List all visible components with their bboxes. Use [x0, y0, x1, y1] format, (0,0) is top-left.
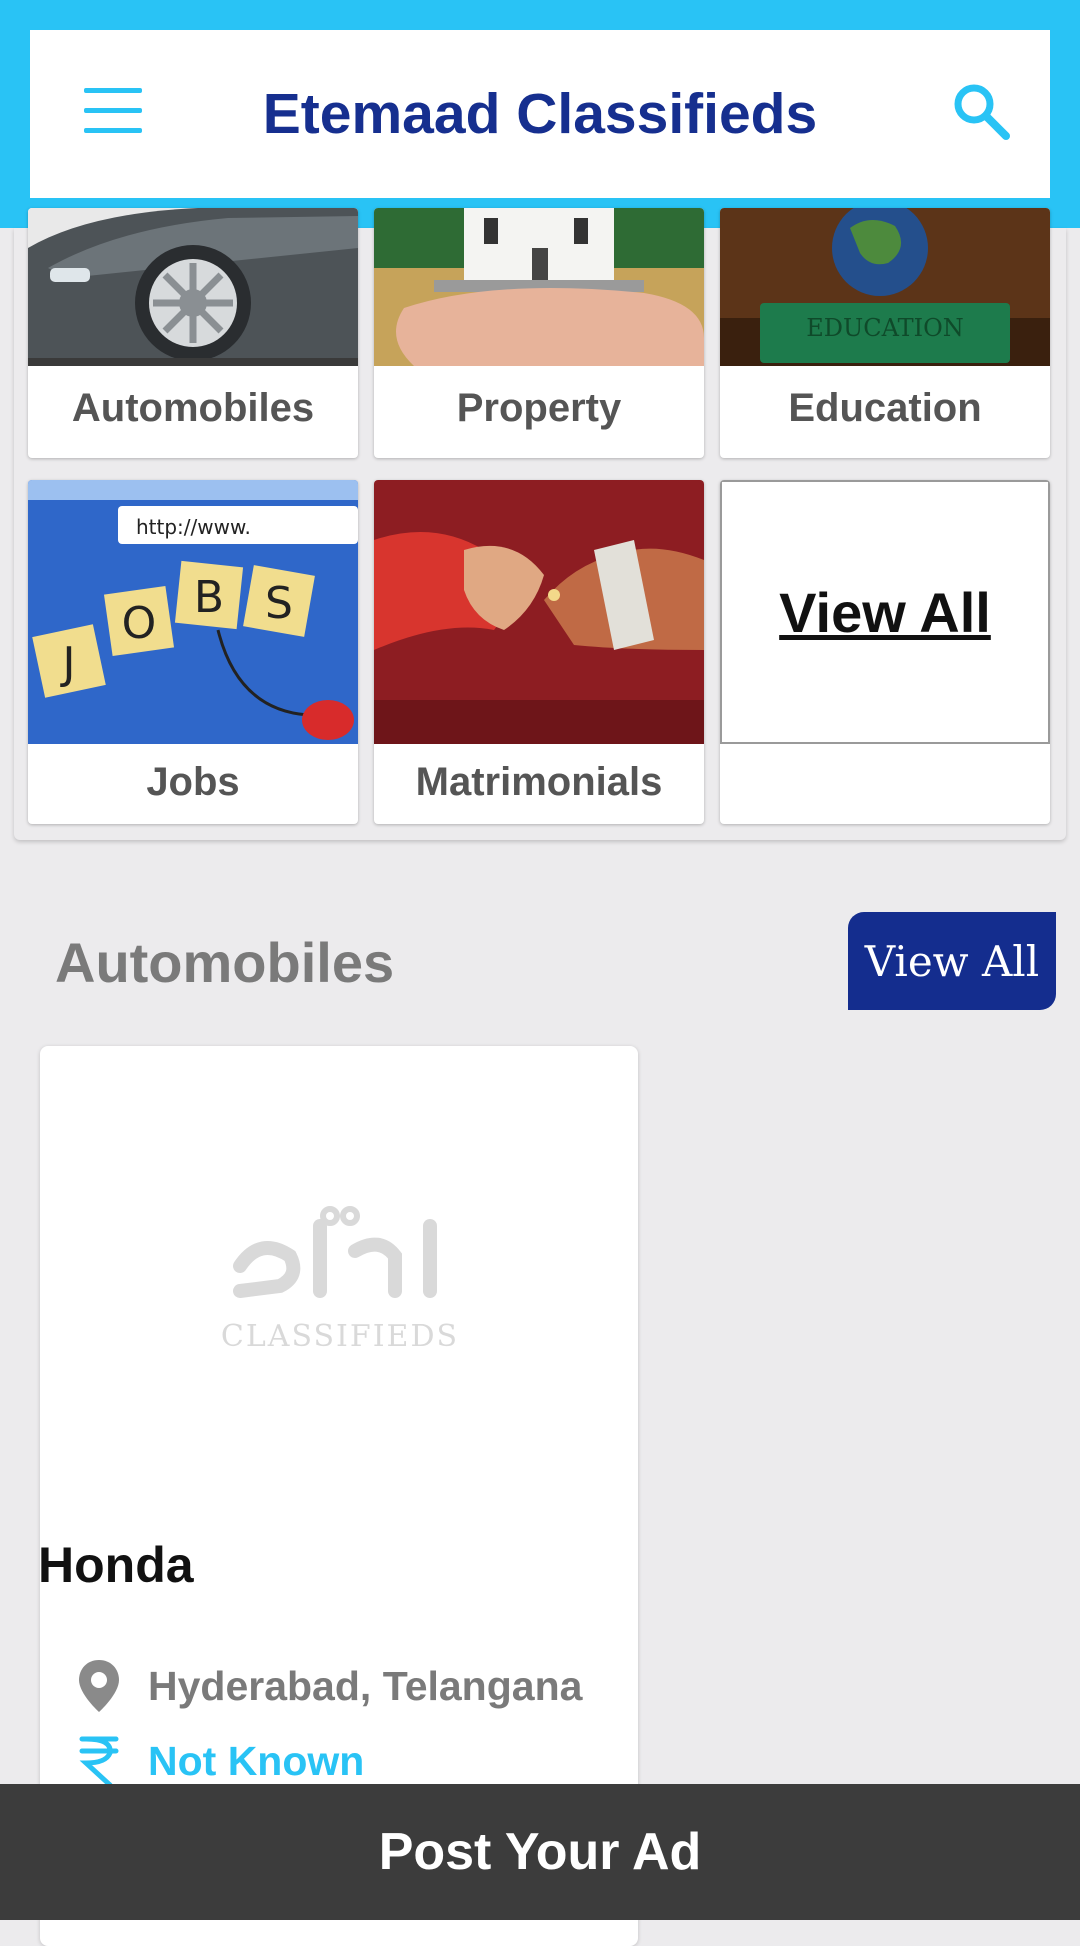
education-image: EDUCATION [720, 208, 1050, 366]
category-tile-matrimonials[interactable]: Matrimonials [374, 480, 704, 824]
search-button[interactable] [950, 80, 1014, 144]
classifieds-logo: CLASSIFIEDS [180, 1196, 500, 1356]
app-bar-card: Etemaad Classifieds [30, 30, 1050, 198]
category-label: Automobiles [71, 386, 315, 430]
category-tile-property[interactable]: Property [374, 208, 704, 458]
category-tile-education[interactable]: EDUCATION Education [720, 208, 1050, 458]
category-tile-automobiles[interactable]: Automobiles [28, 208, 358, 458]
category-tile-view-all[interactable]: View All [720, 480, 1050, 824]
location-pin-icon [79, 1660, 119, 1712]
jobs-letter-j: J [60, 638, 76, 689]
view-all-button[interactable]: View All [848, 912, 1056, 1010]
education-book-text: EDUCATION [806, 314, 964, 342]
category-label: Property [456, 386, 622, 430]
post-your-ad-button[interactable]: Post Your Ad [0, 1784, 1080, 1920]
listing-location: Hyderabad, Telangana [148, 1662, 583, 1709]
listing-price: Not Known [148, 1737, 365, 1784]
category-label: Matrimonials [415, 760, 663, 804]
category-grid: Automobiles Property EDUCATION Education… [14, 208, 1066, 840]
listing-price-row: Not Known [76, 1730, 364, 1792]
jobs-letter-o: O [122, 598, 157, 649]
search-icon [954, 84, 1010, 140]
jobs-letter-b: B [194, 572, 224, 623]
view-all-tile-label: View All [779, 581, 991, 644]
category-tile-jobs[interactable]: http://www. J O B S Jobs [28, 480, 358, 824]
listing-title: Honda [38, 1537, 194, 1593]
top-app-bar: Etemaad Classifieds [0, 0, 1080, 228]
menu-icon-line-1 [84, 88, 142, 93]
automobiles-image [28, 208, 358, 366]
listing-location-row: Hyderabad, Telangana [76, 1656, 582, 1716]
logo-text: CLASSIFIEDS [221, 1319, 459, 1354]
section-title: Automobiles [55, 931, 395, 994]
category-label: Jobs [146, 760, 240, 804]
app-title: Etemaad Classifieds [262, 82, 818, 146]
category-label: Education [788, 386, 982, 430]
jobs-letter-s: S [265, 578, 293, 629]
menu-button[interactable] [84, 88, 144, 134]
property-image [374, 208, 704, 366]
rupee-icon [79, 1736, 119, 1788]
menu-icon-line-2 [84, 108, 142, 113]
jobs-url-text: http://www. [136, 515, 251, 539]
view-all-tile-frame: View All [720, 480, 1050, 744]
menu-icon-line-3 [84, 128, 142, 133]
jobs-image: http://www. J O B S [28, 480, 358, 744]
matrimonials-image [374, 480, 704, 744]
